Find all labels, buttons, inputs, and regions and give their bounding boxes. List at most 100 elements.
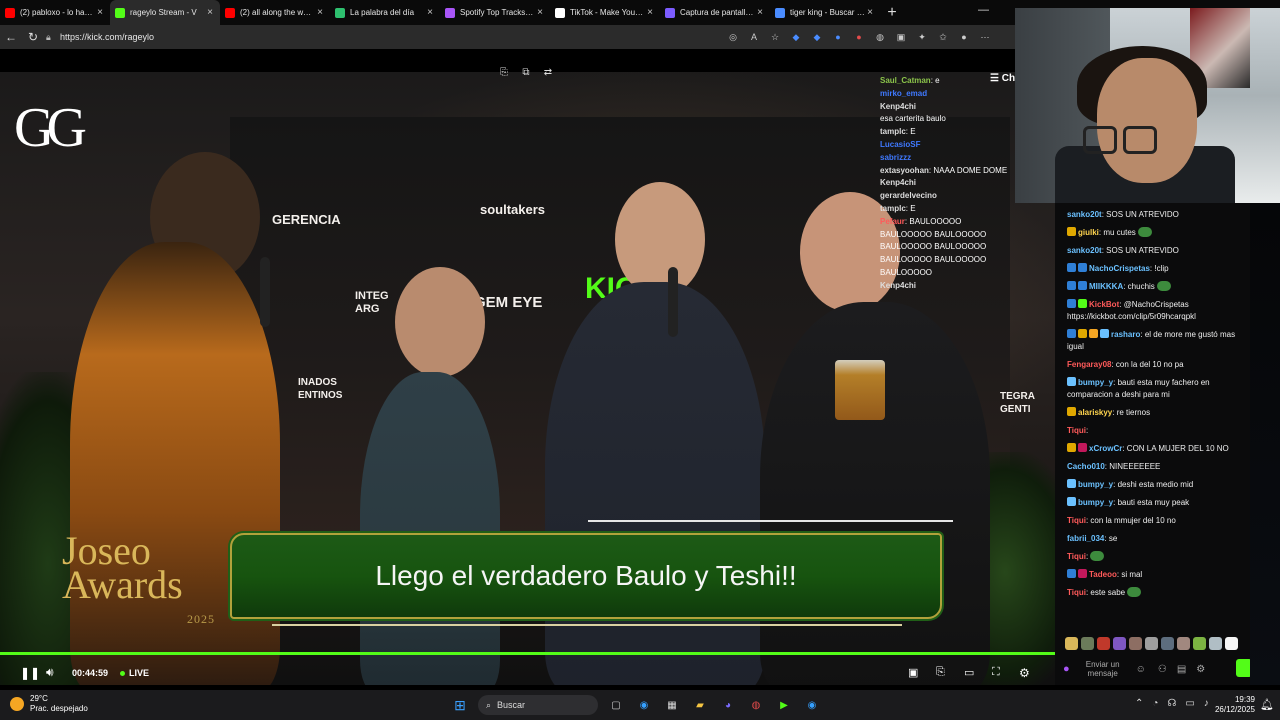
split-screen-icon[interactable]: ▣ (894, 30, 908, 44)
emoji-icon[interactable]: ☺ (1136, 664, 1146, 675)
chat-username[interactable]: KickBot (1089, 300, 1119, 309)
browser-tab[interactable]: La palabra del día × (330, 0, 440, 25)
chat-username[interactable]: bumpy_y (1078, 480, 1113, 489)
browser-tab[interactable]: (2) pabloxo - lo hago x × (0, 0, 110, 25)
users-icon[interactable]: ⚇ (1158, 664, 1167, 675)
taskbar-clock[interactable]: 19:39 26/12/2025 (1213, 695, 1255, 715)
reload-icon[interactable]: ↻ (22, 30, 44, 44)
gear-icon[interactable]: ⚙ (1019, 666, 1030, 680)
emote-icon[interactable] (1193, 637, 1206, 650)
miniplayer-icon[interactable]: ▣ (908, 666, 918, 679)
browser-tab[interactable]: tiger king - Buscar con × (770, 0, 880, 25)
emote-icon[interactable] (1161, 637, 1174, 650)
chat-username[interactable]: Tiqui (1067, 516, 1086, 525)
favorite-star-icon[interactable]: ☆ (768, 30, 782, 44)
emote-icon[interactable] (1081, 637, 1094, 650)
opera-icon[interactable]: ◍ (746, 695, 766, 715)
more-menu-icon[interactable]: ⋯ (978, 30, 992, 44)
browser-tab[interactable]: Captura de pantalla p × (660, 0, 770, 25)
chat-username[interactable]: sanko20t (1067, 246, 1102, 255)
clip-icon[interactable]: ⎘ (936, 666, 945, 679)
pause-icon[interactable]: ❚❚ (20, 666, 40, 680)
weather-widget[interactable]: 29°C Prac. despejado (10, 694, 88, 714)
profile-avatar-icon[interactable]: ● (957, 30, 971, 44)
task-view-icon[interactable]: ▢ (606, 695, 626, 715)
minimize-icon[interactable]: — (978, 4, 989, 16)
chat-username[interactable]: fabrii_034 (1067, 534, 1104, 543)
browser-tab[interactable]: Spotify Top Tracks | Gu × (440, 0, 550, 25)
close-icon[interactable]: × (755, 7, 765, 18)
chat-username[interactable]: Tiqui (1067, 588, 1086, 597)
close-icon[interactable]: × (645, 7, 655, 18)
read-aloud-icon[interactable]: A (747, 30, 761, 44)
chat-username[interactable]: rasharo (1111, 330, 1140, 339)
microphone-icon[interactable]: ● (1063, 663, 1070, 675)
volume-icon[interactable]: 🔊︎ (46, 665, 54, 680)
extension-icon[interactable]: ● (852, 30, 866, 44)
url-field[interactable]: 🔒︎ https://kick.com/rageylo (46, 28, 716, 46)
favorites-icon[interactable]: ✩ (936, 30, 950, 44)
back-arrow-icon[interactable]: ← (0, 30, 22, 44)
terminal-icon[interactable]: ▶ (774, 695, 794, 715)
chat-username[interactable]: Cacho010 (1067, 462, 1105, 471)
chat-username[interactable]: bumpy_y (1078, 498, 1113, 507)
chat-username[interactable]: Tadeoo (1089, 570, 1117, 579)
chat-username[interactable]: bumpy_y (1078, 378, 1113, 387)
close-icon[interactable]: × (425, 7, 435, 18)
chat-username[interactable]: xCrowCr (1089, 444, 1122, 453)
folder-icon[interactable]: ▰ (690, 695, 710, 715)
taskbar-search[interactable]: ⌕ Buscar (478, 695, 598, 715)
edge-icon[interactable]: ◉ (634, 695, 654, 715)
close-icon[interactable]: × (865, 7, 875, 18)
chat-username[interactable]: sanko20t (1067, 210, 1102, 219)
chat-username[interactable]: Tiqui (1067, 552, 1086, 561)
close-icon[interactable]: × (315, 7, 325, 18)
browser-tab[interactable]: TikTok - Make Your Da × (550, 0, 660, 25)
new-tab-button[interactable]: + (880, 4, 904, 22)
chat-username[interactable]: Fengaray08 (1067, 360, 1111, 369)
close-icon[interactable]: × (95, 7, 105, 18)
notification-icon[interactable]: 🔔︎ (1260, 698, 1274, 711)
chat-username[interactable]: Tiqui (1067, 426, 1086, 435)
theater-mode-icon[interactable]: ▭ (964, 666, 974, 679)
video-player[interactable]: GERENCIA soultakers GEM EYE INTEG ARG IN… (0, 49, 1055, 685)
edge-icon[interactable]: ◉ (802, 695, 822, 715)
chat-username[interactable]: alariskyy (1078, 408, 1112, 417)
emote-icon[interactable] (1065, 637, 1078, 650)
windows-start-icon[interactable]: ⊞ (450, 695, 470, 715)
extension-icon[interactable]: ◆ (789, 30, 803, 44)
store-icon[interactable]: ▦ (662, 695, 682, 715)
speaker-icon[interactable]: ♪ (1204, 698, 1209, 709)
extensions-puzzle-icon[interactable]: ✦ (915, 30, 929, 44)
clip-icon[interactable]: ⎘ (497, 65, 511, 79)
emote-icon[interactable] (1177, 637, 1190, 650)
fullscreen-icon[interactable]: ⛶ (992, 666, 1000, 679)
tracking-icon[interactable]: ◎ (726, 30, 740, 44)
chat-toggle[interactable]: ☰ Ch (990, 73, 1015, 84)
emote-icon[interactable] (1113, 637, 1126, 650)
browser-tab[interactable]: rageylo Stream - V × (110, 0, 220, 25)
headset-icon[interactable]: ☊ (1167, 698, 1176, 709)
close-icon[interactable]: × (535, 7, 545, 18)
chevron-up-icon[interactable]: ⌃ (1135, 698, 1143, 709)
chat-username[interactable]: giulki (1078, 228, 1099, 237)
extension-icon[interactable]: ◍ (873, 30, 887, 44)
emote-icon[interactable] (1209, 637, 1222, 650)
monitor-icon[interactable]: ▭ (1185, 698, 1194, 709)
emote-icon[interactable] (1097, 637, 1110, 650)
store-icon[interactable]: ▤ (1177, 664, 1186, 675)
network-icon[interactable]: ◔ (1152, 698, 1158, 709)
chat-username[interactable]: MIIKKKA (1089, 282, 1123, 291)
extension-icon[interactable]: ◆ (810, 30, 824, 44)
emote-icon[interactable] (1129, 637, 1142, 650)
browser-tab[interactable]: (2) all along the watch × (220, 0, 330, 25)
chat-settings-icon[interactable]: ⚙ (1196, 664, 1205, 675)
discord-icon[interactable]: ◕ (718, 695, 738, 715)
emote-icon[interactable] (1145, 637, 1158, 650)
chat-input[interactable]: Enviar un mensaje (1078, 660, 1128, 678)
screenshot-icon[interactable]: ⧉ (519, 65, 533, 79)
extension-icon[interactable]: ● (831, 30, 845, 44)
close-icon[interactable]: × (205, 7, 215, 18)
translate-icon[interactable]: ⇄ (541, 65, 555, 79)
progress-bar[interactable] (0, 652, 1055, 655)
